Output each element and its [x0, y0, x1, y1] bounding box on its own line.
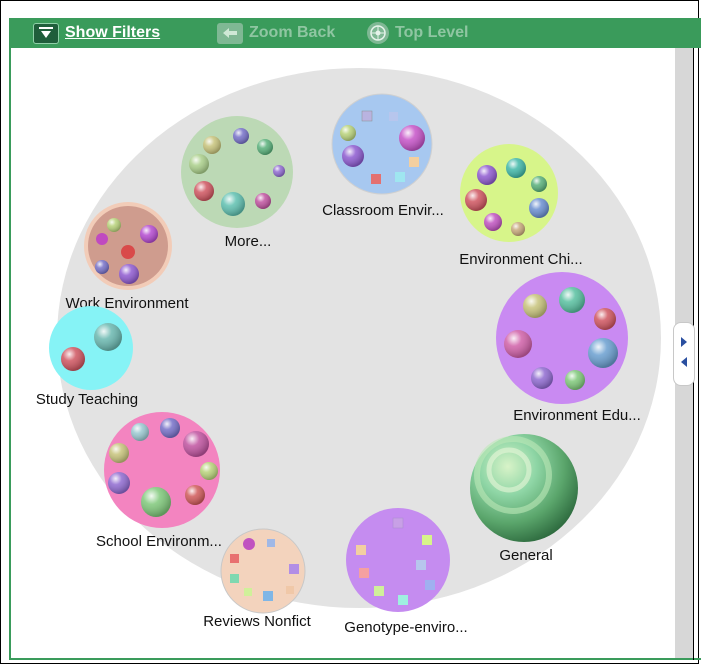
cluster-label: Classroom Envir... [322, 202, 444, 219]
show-filters-label: Show Filters [65, 24, 161, 41]
cluster-label: Reviews Nonfict [203, 613, 311, 630]
cluster-more[interactable] [181, 116, 293, 228]
chevron-right-icon [679, 335, 689, 353]
cluster-study-teaching[interactable] [49, 306, 133, 390]
cluster-environment-edu[interactable] [496, 272, 628, 404]
cluster-general[interactable] [470, 434, 578, 542]
toolbar: Show Filters Zoom Back Top Level [9, 18, 701, 48]
bottom-border [9, 658, 701, 660]
panel-toggle-tab[interactable] [673, 322, 695, 386]
cluster-classroom[interactable] [331, 93, 433, 195]
cluster-map[interactable]: Classroom Envir... More... Environment C… [11, 48, 675, 658]
cluster-school-environment[interactable] [104, 412, 220, 528]
cluster-genotype-enviro[interactable] [346, 508, 450, 612]
cluster-label: Genotype-enviro... [344, 619, 467, 636]
zoom-back-label: Zoom Back [249, 24, 336, 41]
cluster-label: Environment Chi... [459, 251, 582, 268]
cluster-label: General [499, 547, 552, 564]
back-arrow-icon [217, 22, 243, 44]
cluster-reviews-nonfict[interactable] [220, 528, 306, 614]
cluster-label: School Environm... [96, 533, 222, 550]
cluster-label: Study Teaching [36, 391, 138, 408]
chevron-left-icon [679, 355, 689, 373]
cluster-environment-chi[interactable] [460, 144, 558, 242]
cluster-work-environment[interactable] [84, 202, 172, 290]
cluster-label: More... [225, 233, 272, 250]
show-filters-button[interactable]: Show Filters [33, 22, 160, 44]
cluster-label: Environment Edu... [513, 407, 641, 424]
top-level-button[interactable]: Top Level [367, 22, 469, 44]
top-level-label: Top Level [395, 24, 469, 41]
expand-down-icon [33, 22, 59, 44]
globe-icon [367, 22, 389, 44]
zoom-back-button[interactable]: Zoom Back [217, 22, 335, 44]
